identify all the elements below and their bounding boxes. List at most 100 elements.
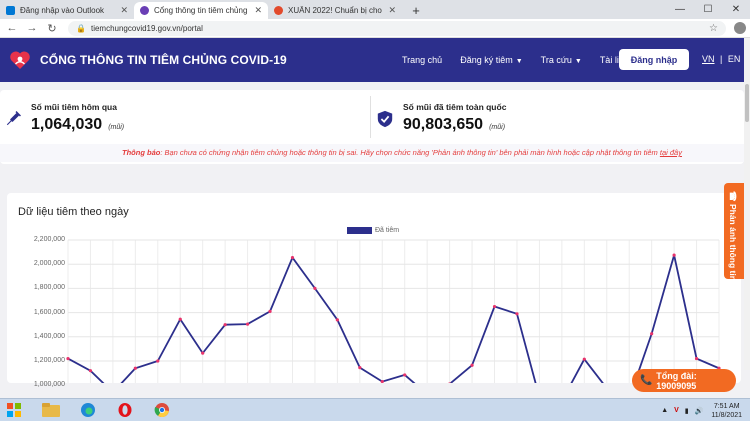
back-arrow-icon[interactable]: ← <box>4 22 20 34</box>
nav-register-label: Đăng ký tiêm <box>460 55 513 65</box>
phone-icon: 📞 <box>640 375 653 386</box>
lock-icon: 🔒 <box>76 23 86 33</box>
total-label: Số mũi đã tiêm toàn quốc <box>403 102 507 112</box>
yesterday-label: Số mũi tiêm hôm qua <box>31 102 117 112</box>
profile-avatar[interactable] <box>734 22 746 34</box>
close-tab-icon[interactable]: ✕ <box>254 5 262 16</box>
bookmark-star-icon[interactable]: ☆ <box>709 23 718 34</box>
portal-favicon-icon <box>140 6 149 15</box>
chevron-down-icon: ▼ <box>574 58 582 65</box>
nav-lookup[interactable]: Tra cứu ▼ <box>541 55 582 65</box>
data-point <box>403 373 407 377</box>
tray-arrow-icon[interactable]: ▲ <box>661 407 668 414</box>
syringe-icon <box>6 111 21 126</box>
yesterday-number: 1,064,030 <box>31 116 103 133</box>
volume-icon[interactable]: 🔊 <box>695 407 704 415</box>
chrome-logo-icon <box>154 403 169 418</box>
maximize-icon[interactable]: ☐ <box>694 0 722 19</box>
nav-home[interactable]: Trang chủ <box>402 55 442 65</box>
main-nav: Trang chủ Đăng ký tiêm ▼ Tra cứu ▼ Tài liệ… <box>402 38 647 82</box>
data-point <box>88 369 93 373</box>
site-title: CỔNG THÔNG TIN TIÊM CHỦNG COVID-19 <box>40 53 287 67</box>
browser-tab-bar: Đăng nhập vào Outlook ✕ Cổng thông tin t… <box>0 0 750 19</box>
site-header: CỔNG THÔNG TIN TIÊM CHỦNG COVID-19 Trang… <box>0 38 744 82</box>
tab-label: Đăng nhập vào Outlook <box>20 6 105 15</box>
close-tab-icon[interactable]: ✕ <box>120 5 128 16</box>
stat-yesterday: Số mũi tiêm hôm qua 1,064,030 (mũi) <box>0 90 370 142</box>
data-point <box>156 359 160 363</box>
file-explorer-icon[interactable] <box>37 400 65 420</box>
daily-vaccination-chart <box>66 239 721 383</box>
xuan-favicon-icon <box>274 6 283 15</box>
edge-logo-icon <box>81 403 95 417</box>
data-point <box>515 312 519 316</box>
data-point <box>358 366 362 370</box>
data-point <box>201 351 205 355</box>
reload-icon[interactable]: ↻ <box>44 22 60 35</box>
login-button[interactable]: Đăng nhập <box>619 49 689 70</box>
data-point <box>672 253 676 257</box>
url-field[interactable]: 🔒 tiemchungcovid19.gov.vn/portal ☆ <box>68 20 726 36</box>
data-point <box>133 366 137 370</box>
taskbar-clock[interactable]: 7:51 AM 11/8/2021 <box>711 402 742 420</box>
shield-check-icon <box>377 110 393 128</box>
data-point <box>694 356 699 361</box>
tab-label: Cổng thông tin tiêm chủng Covid <box>154 6 250 15</box>
hotline-label: Tổng đài: 19009095 <box>656 370 697 391</box>
stat-total: Số mũi đã tiêm toàn quốc 90,803,650 (mũi) <box>372 90 744 142</box>
nav-lookup-label: Tra cứu <box>540 55 572 65</box>
minimize-icon[interactable]: — <box>666 0 694 19</box>
outlook-favicon-icon <box>6 6 15 15</box>
data-point <box>582 357 586 361</box>
folder-icon <box>42 403 60 417</box>
opera-icon[interactable] <box>111 400 139 420</box>
series-line-da-tiem <box>67 254 720 383</box>
total-value: 90,803,650 (mũi) <box>403 116 505 134</box>
new-tab-button[interactable]: + <box>408 2 424 18</box>
url-text: tiemchungcovid19.gov.vn/portal <box>90 23 203 33</box>
browser-tab-portal[interactable]: Cổng thông tin tiêm chủng Covid ✕ <box>134 2 268 19</box>
windows-taskbar: ▲ V ▮ 🔊 7:51 AM 11/8/2021 <box>0 398 750 421</box>
window-close-icon[interactable]: ✕ <box>722 0 750 19</box>
data-point <box>66 356 70 361</box>
stats-panel: Số mũi tiêm hôm qua 1,064,030 (mũi) Số mũ… <box>0 90 744 164</box>
chart-card: Dữ liệu tiêm theo ngày Đã tiêm 2,200,000… <box>7 193 741 388</box>
window-controls: — ☐ ✕ <box>666 0 750 19</box>
feedback-text: Phản ánh thông tin <box>728 203 738 281</box>
chrome-icon[interactable] <box>148 400 176 420</box>
data-point <box>223 323 227 327</box>
hotline-button[interactable]: 📞 Tổng đài: 19009095 <box>632 369 736 392</box>
network-icon[interactable]: ▮ <box>685 407 689 415</box>
total-number: 90,803,650 <box>403 116 484 133</box>
chevron-down-icon: ▼ <box>515 58 523 65</box>
scrollbar-thumb[interactable] <box>745 84 749 122</box>
opera-logo-icon <box>118 403 132 417</box>
notice-text: : Bạn chưa có chứng nhận tiêm chủng hoặc… <box>160 148 660 157</box>
clock-date: 11/8/2021 <box>711 411 742 419</box>
yesterday-value: 1,064,030 (mũi) <box>31 116 124 134</box>
clock-time: 7:51 AM <box>713 402 740 410</box>
antivirus-icon[interactable]: V <box>674 407 679 414</box>
heart-logo-icon <box>10 51 30 69</box>
edge-icon[interactable] <box>74 400 102 420</box>
browser-tab-xuan[interactable]: XUÂN 2022! Chuẩn bị cho những ✕ <box>268 2 402 19</box>
data-point <box>178 317 182 321</box>
start-button[interactable] <box>0 400 28 420</box>
notice-prefix: Thông báo <box>122 148 161 157</box>
data-point <box>470 363 474 367</box>
data-point <box>650 332 654 336</box>
language-switch: VN | EN <box>702 54 740 64</box>
forward-arrow-icon[interactable]: → <box>24 22 40 34</box>
address-bar: ← → ↻ 🔒 tiemchungcovid19.gov.vn/portal ☆ <box>0 19 750 38</box>
lang-en-link[interactable]: EN <box>728 54 741 64</box>
data-point <box>290 255 295 260</box>
tab-label: XUÂN 2022! Chuẩn bị cho những <box>288 6 384 15</box>
lang-vn-link[interactable]: VN <box>702 54 715 64</box>
browser-tab-outlook[interactable]: Đăng nhập vào Outlook ✕ <box>0 2 134 19</box>
close-tab-icon[interactable]: ✕ <box>388 5 396 16</box>
feedback-tab[interactable]: ☎ Phản ánh thông tin <box>724 183 744 281</box>
yesterday-unit: (mũi) <box>108 124 125 131</box>
nav-register[interactable]: Đăng ký tiêm ▼ <box>460 55 522 65</box>
notice-link[interactable]: tại đây <box>660 148 682 157</box>
notice-banner: Thông báo: Bạn chưa có chứng nhận tiêm c… <box>0 144 744 162</box>
